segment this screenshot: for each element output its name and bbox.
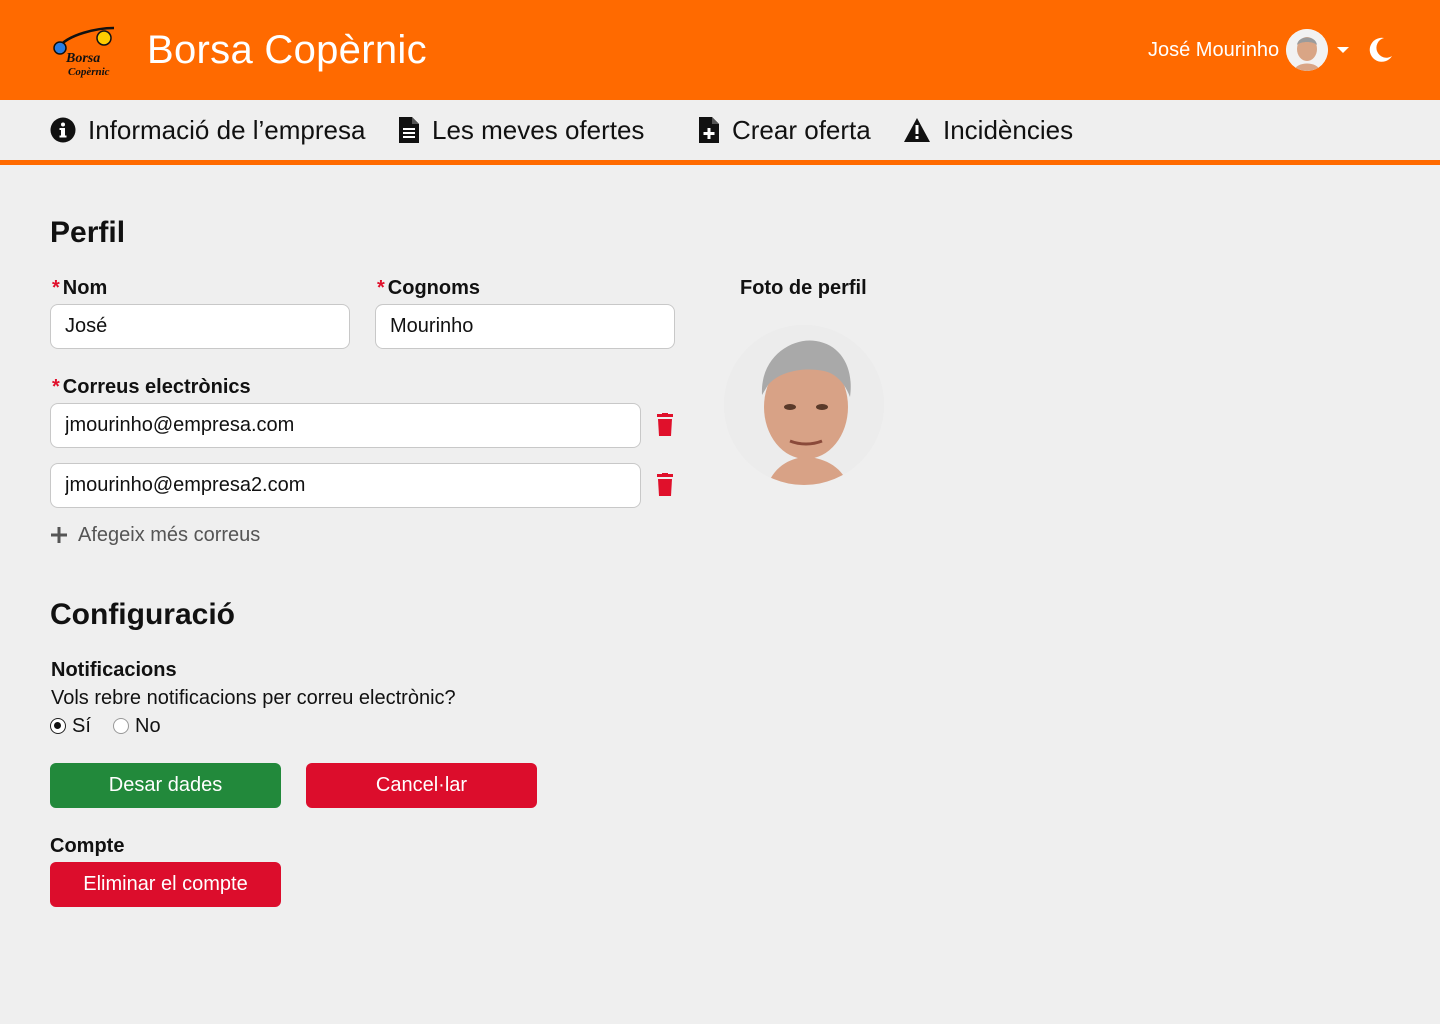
nav-item-incidents[interactable]: Incidències bbox=[903, 114, 1073, 146]
trash-icon[interactable] bbox=[654, 413, 676, 437]
user-name[interactable]: José Mourinho bbox=[1148, 38, 1279, 62]
last-name-input[interactable] bbox=[375, 304, 675, 349]
add-email-button[interactable]: Afegeix més correus bbox=[50, 522, 260, 548]
chevron-down-icon[interactable] bbox=[1335, 42, 1351, 58]
radio-button-selected[interactable] bbox=[50, 718, 66, 734]
required-marker: * bbox=[377, 277, 385, 299]
main-navigation: Informació de l’empresa Les meves oferte… bbox=[0, 100, 1440, 165]
required-marker: * bbox=[52, 277, 60, 299]
nav-item-my-offers[interactable]: Les meves ofertes bbox=[398, 114, 644, 146]
last-name-label: * Cognoms bbox=[377, 276, 480, 300]
email-input-1[interactable] bbox=[50, 403, 641, 448]
delete-account-button[interactable]: Eliminar el compte bbox=[50, 862, 281, 907]
nav-item-label: Crear oferta bbox=[732, 114, 871, 145]
first-name-label: * Nom bbox=[52, 276, 107, 300]
moon-icon[interactable] bbox=[1366, 36, 1394, 64]
profile-photo-image bbox=[724, 325, 884, 485]
profile-section-title: Perfil bbox=[50, 216, 126, 249]
add-email-label: Afegeix més correus bbox=[78, 523, 261, 546]
radio-option-no[interactable]: No bbox=[113, 714, 161, 738]
notifications-title: Notificacions bbox=[51, 659, 177, 681]
save-button[interactable]: Desar dades bbox=[50, 763, 281, 808]
profile-photo[interactable] bbox=[724, 325, 884, 485]
settings-section-title: Configuració bbox=[50, 598, 235, 631]
user-avatar[interactable] bbox=[1286, 29, 1328, 71]
nav-item-label: Incidències bbox=[943, 114, 1074, 145]
logo-graphic: Borsa Copèrnic bbox=[53, 26, 115, 78]
nav-item-label: Les meves ofertes bbox=[432, 114, 645, 145]
required-marker: * bbox=[52, 376, 60, 398]
radio-option-label: Sí bbox=[72, 714, 91, 737]
app-header: Borsa Copèrnic Borsa Copèrnic José Mouri… bbox=[0, 0, 1440, 100]
avatar-image bbox=[1286, 29, 1328, 71]
notifications-question: Vols rebre notificacions per correu elec… bbox=[51, 687, 456, 709]
document-plus-icon bbox=[699, 117, 719, 143]
app-logo[interactable]: Borsa Copèrnic bbox=[48, 24, 120, 78]
first-name-input[interactable] bbox=[50, 304, 350, 349]
radio-option-yes[interactable]: Sí bbox=[50, 714, 91, 738]
emails-label: * Correus electrònics bbox=[52, 375, 251, 399]
nav-item-label: Informació de l’empresa bbox=[88, 114, 366, 145]
nav-item-company-info[interactable]: Informació de l’empresa bbox=[50, 114, 365, 146]
document-icon bbox=[399, 117, 419, 143]
logo-text-line1: Borsa bbox=[65, 51, 100, 66]
profile-photo-label: Foto de perfil bbox=[740, 277, 867, 299]
nav-item-create-offer[interactable]: Crear oferta bbox=[698, 114, 871, 146]
account-title: Compte bbox=[50, 835, 125, 857]
plus-icon bbox=[51, 527, 67, 543]
cancel-button[interactable]: Cancel·lar bbox=[306, 763, 537, 808]
last-name-label-text: Cognoms bbox=[387, 277, 481, 299]
radio-option-label: No bbox=[135, 714, 161, 737]
first-name-label-text: Nom bbox=[62, 277, 108, 299]
trash-icon[interactable] bbox=[654, 473, 676, 497]
info-circle-icon bbox=[50, 117, 76, 143]
logo-text-line2: Copèrnic bbox=[68, 66, 110, 78]
warning-icon bbox=[904, 118, 930, 142]
radio-button[interactable] bbox=[113, 718, 129, 734]
email-input-2[interactable] bbox=[50, 463, 641, 508]
emails-label-text: Correus electrònics bbox=[62, 376, 251, 398]
app-title: Borsa Copèrnic bbox=[147, 28, 427, 72]
